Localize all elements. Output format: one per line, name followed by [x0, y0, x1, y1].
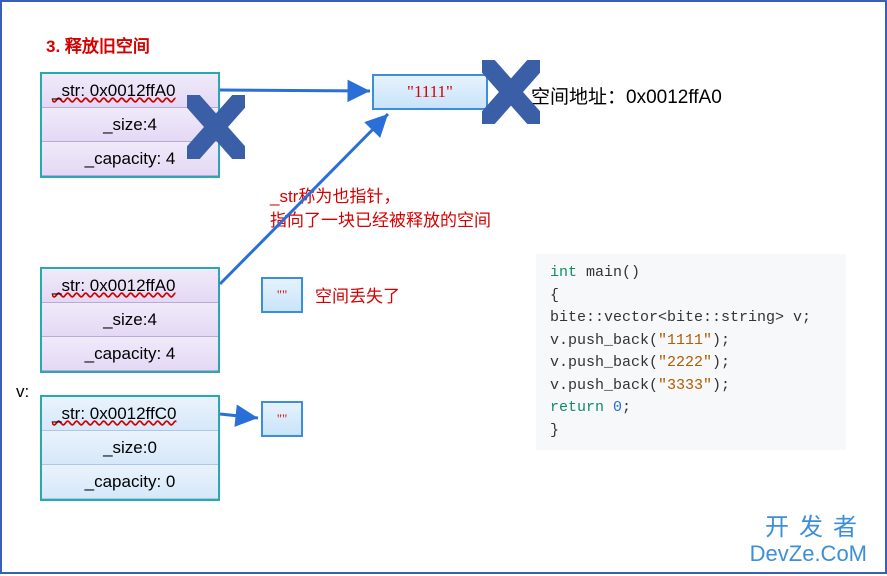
step-title: 3. 释放旧空间 [46, 32, 150, 57]
row-capacity: _capacity: 0 [42, 465, 218, 499]
heap-box-empty-v1: "" [261, 401, 303, 437]
heap-box-1111: "1111" [372, 74, 488, 110]
row-size: _size:0 [42, 431, 218, 465]
note-lost: 空间丢失了 [315, 285, 400, 309]
struct-old-element: _str: 0x0012ffA0 _size:4 _capacity: 4 [40, 72, 220, 178]
row-size: _size:4 [42, 108, 218, 142]
row-str: _str: 0x0012ffA0 [42, 74, 218, 108]
row-str: _str: 0x0012ffA0 [42, 269, 218, 303]
heap-box-empty-lost: "" [261, 277, 303, 313]
code-snippet: int main() { bite::vector<bite::string> … [536, 254, 846, 450]
row-str: _str: 0x0012ffC0 [42, 397, 218, 431]
v-label: v: [16, 382, 29, 402]
row-capacity: _capacity: 4 [42, 142, 218, 176]
note-dangling: _str称为也指针， 指向了一块已经被释放的空间 [270, 185, 550, 233]
struct-v1: _str: 0x0012ffC0 _size:0 _capacity: 0 [40, 395, 220, 501]
watermark-logo: 开发者 DevZe.CoM [750, 515, 867, 566]
diagram-canvas: 3. 释放旧空间 _str: 0x0012ffA0 _size:4 _capac… [0, 0, 887, 574]
row-capacity: _capacity: 4 [42, 337, 218, 371]
row-size: _size:4 [42, 303, 218, 337]
struct-v0: _str: 0x0012ffA0 _size:4 _capacity: 4 [40, 267, 220, 373]
address-label: 空间地址：0x0012ffA0 [531, 82, 722, 109]
